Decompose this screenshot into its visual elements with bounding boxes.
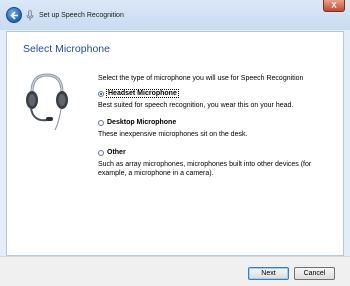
window-title: Set up Speech Recognition — [39, 12, 124, 19]
option-description: Such as array microphones, microphones b… — [98, 161, 312, 177]
option-label[interactable]: Desktop Microphone — [107, 119, 176, 126]
wizard-content: Select Microphone Select the type of mic… — [6, 31, 344, 256]
cancel-button[interactable]: Cancel — [294, 267, 335, 280]
radio-headset-microphone[interactable] — [98, 91, 104, 97]
radio-desktop-microphone[interactable] — [98, 120, 104, 126]
title-bar: Set up Speech Recognition X — [0, 0, 350, 30]
option-label[interactable]: Headset Microphone — [106, 89, 179, 98]
close-icon: X — [331, 1, 337, 10]
next-button[interactable]: Next — [248, 267, 289, 280]
microphone-icon — [26, 10, 34, 21]
instruction-text: Select the type of microphone you will u… — [98, 75, 304, 82]
back-arrow-icon — [10, 11, 18, 20]
headset-microphone-icon — [26, 73, 68, 131]
option-description: Best suited for speech recognition, you … — [98, 102, 294, 109]
close-button[interactable]: X — [323, 0, 345, 12]
back-button[interactable] — [6, 7, 22, 23]
radio-other-microphone[interactable] — [98, 150, 104, 156]
page-title: Select Microphone — [23, 43, 110, 55]
option-label[interactable]: Other — [107, 149, 126, 156]
option-description: These inexpensive microphones sit on the… — [98, 131, 248, 138]
wizard-footer: Next Cancel — [0, 256, 350, 286]
